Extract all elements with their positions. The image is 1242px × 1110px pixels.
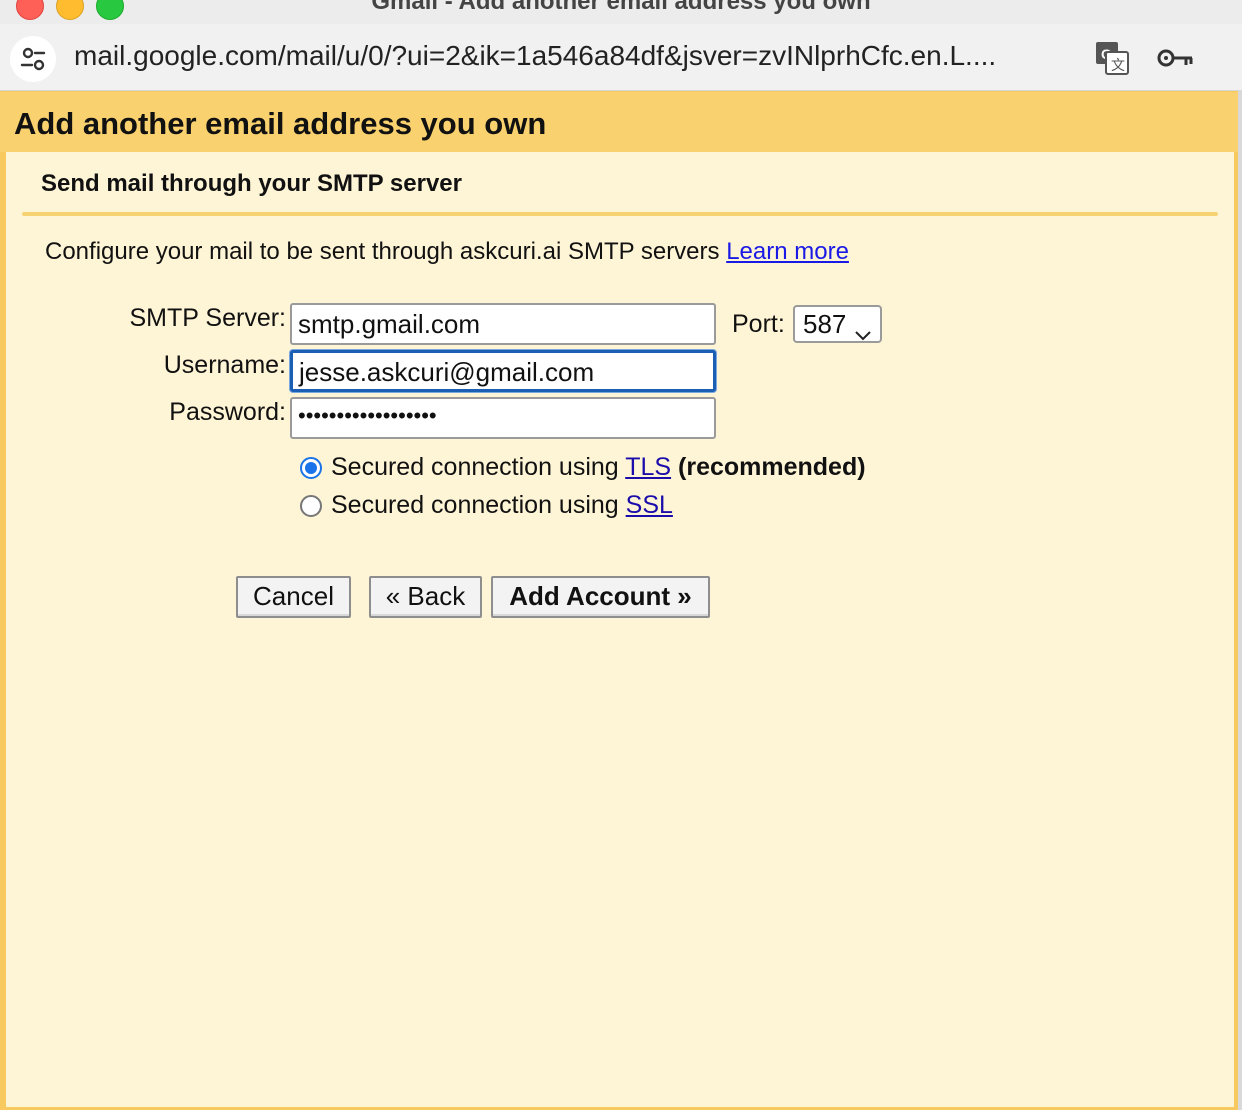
smtp-server-label: SMTP Server:: [129, 304, 286, 332]
dialog-body: [6, 152, 1234, 1107]
config-text: Configure your mail to be sent through a…: [45, 238, 720, 265]
port-label: Port:: [732, 310, 785, 338]
ssl-option[interactable]: Secured connection using SSL: [300, 491, 673, 520]
url-text[interactable]: mail.google.com/mail/u/0/?ui=2&ik=1a546a…: [74, 40, 1064, 72]
address-bar: mail.google.com/mail/u/0/?ui=2&ik=1a546a…: [0, 24, 1242, 91]
site-settings-icon[interactable]: [10, 36, 56, 82]
translate-icon[interactable]: G 文: [1094, 40, 1130, 81]
tls-link[interactable]: TLS: [625, 453, 671, 481]
password-label: Password:: [169, 398, 286, 426]
key-icon[interactable]: [1156, 44, 1196, 77]
username-input[interactable]: jesse.askcuri@gmail.com: [290, 350, 716, 392]
password-input[interactable]: ••••••••••••••••••: [290, 397, 716, 439]
smtp-server-input[interactable]: smtp.gmail.com: [290, 303, 716, 345]
back-button[interactable]: « Back: [369, 576, 482, 618]
window-edge: [1238, 90, 1242, 1110]
learn-more-link[interactable]: Learn more: [726, 238, 849, 265]
config-description: Configure your mail to be sent through a…: [45, 238, 849, 266]
tls-option[interactable]: Secured connection using TLS (recommende…: [300, 453, 866, 482]
port-value: 587: [803, 309, 847, 339]
cancel-button[interactable]: Cancel: [236, 576, 351, 618]
tls-recommended: (recommended): [678, 453, 866, 481]
window-title-bar: Gmail - Add another email address you ow…: [0, 0, 1242, 24]
chevron-down-icon: [854, 317, 872, 348]
dialog-title: Add another email address you own: [14, 106, 547, 141]
ssl-link[interactable]: SSL: [626, 491, 673, 519]
add-account-button[interactable]: Add Account »: [491, 576, 710, 618]
port-select[interactable]: 587: [793, 305, 882, 343]
divider: [22, 212, 1218, 216]
window-title: Gmail - Add another email address you ow…: [371, 0, 871, 15]
ssl-radio[interactable]: [300, 495, 322, 517]
svg-text:文: 文: [1111, 57, 1125, 73]
ssl-prefix: Secured connection using: [331, 491, 619, 519]
username-label: Username:: [163, 351, 286, 379]
tls-prefix: Secured connection using: [331, 453, 619, 481]
tls-radio[interactable]: [300, 457, 322, 479]
section-title: Send mail through your SMTP server: [41, 170, 462, 197]
